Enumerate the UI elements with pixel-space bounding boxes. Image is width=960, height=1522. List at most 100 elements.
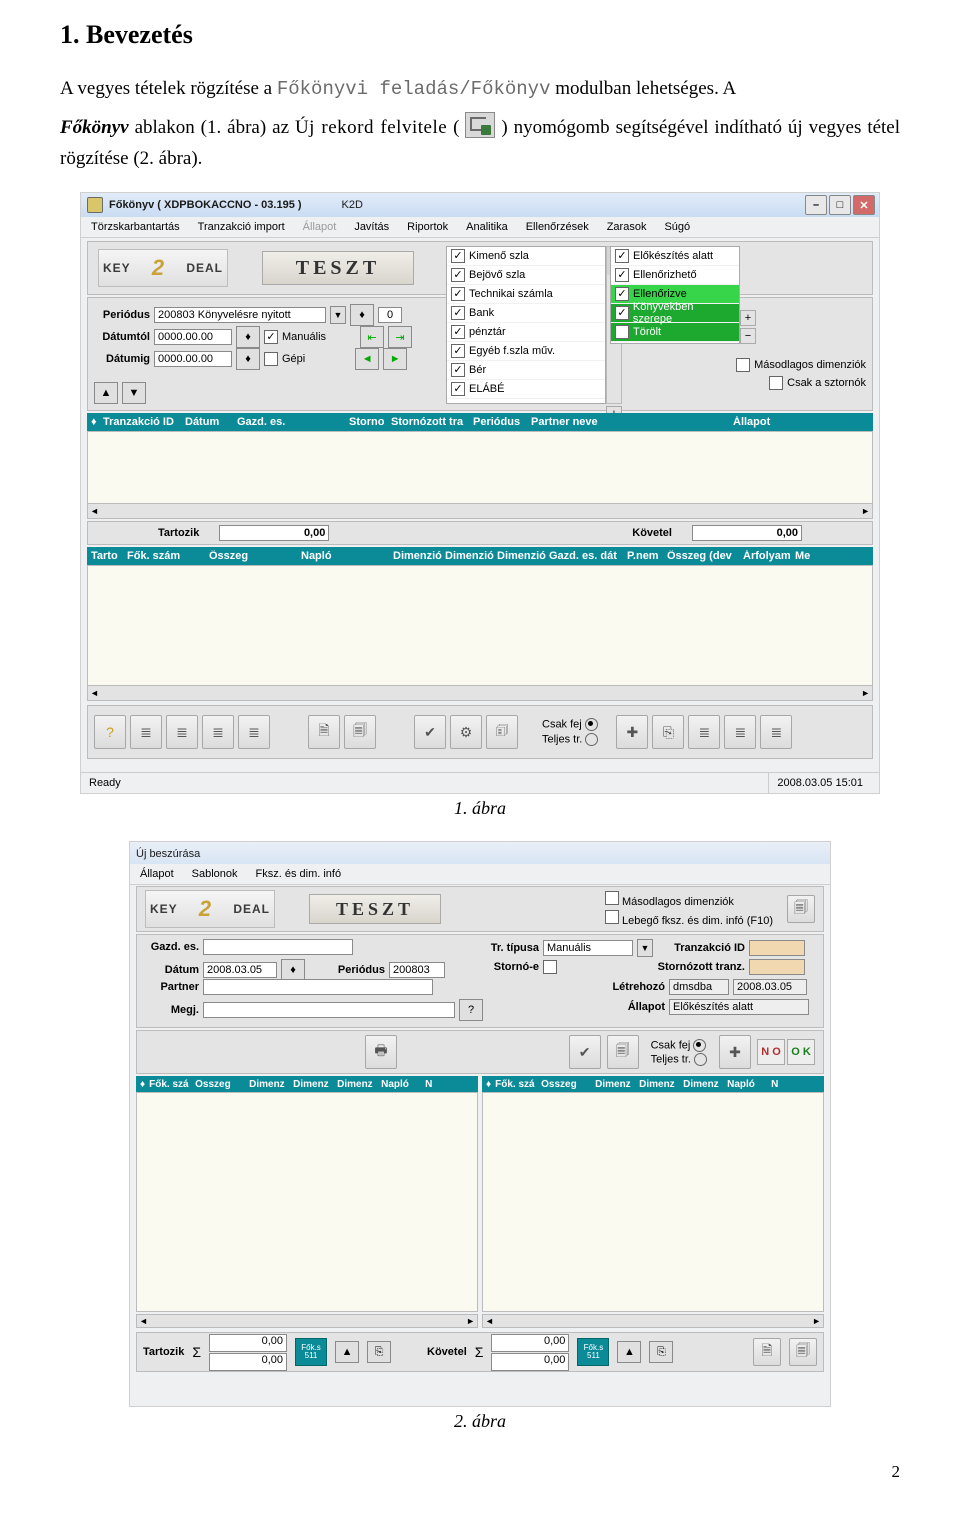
col-storno[interactable]: Storno: [349, 416, 389, 428]
tool-button-1[interactable]: ⚙: [450, 715, 482, 749]
partner-input[interactable]: [203, 979, 433, 995]
lcol-foksza[interactable]: Fők. szá: [149, 1079, 191, 1090]
nav-prev-button[interactable]: ◄: [355, 348, 379, 370]
action-button-4[interactable]: ≣: [760, 715, 792, 749]
trtipus-input[interactable]: Manuális: [543, 940, 633, 956]
menu-sablonok[interactable]: Sablonok: [192, 868, 238, 880]
minimize-button[interactable]: –: [805, 195, 827, 215]
menu-fksz-info[interactable]: Fksz. és dim. infó: [256, 868, 342, 880]
link-button-2[interactable]: ⎘: [649, 1341, 673, 1363]
lines-grid[interactable]: [87, 565, 873, 687]
mid-new-button[interactable]: ✚: [719, 1035, 751, 1069]
masodlagos-2-checkbox[interactable]: [605, 891, 619, 905]
chk-elabe[interactable]: [451, 382, 465, 396]
periodus-input[interactable]: 200803 Könyvelésre nyitott: [154, 307, 326, 323]
col2-osszeg-dev[interactable]: Összeg (dev: [667, 550, 741, 562]
chk-ber[interactable]: [451, 363, 465, 377]
menu-riportok[interactable]: Riportok: [407, 221, 448, 233]
col2-osszeg[interactable]: Összeg: [209, 550, 299, 562]
right-grid-body[interactable]: [482, 1092, 824, 1312]
lcol-dim3[interactable]: Dimenz: [337, 1079, 377, 1090]
list-button-4[interactable]: ≣: [238, 715, 270, 749]
help-button[interactable]: ?: [94, 715, 126, 749]
megj-input[interactable]: [203, 1002, 455, 1018]
chk-kimeno[interactable]: [451, 249, 465, 263]
col-periodus[interactable]: Periódus: [473, 416, 529, 428]
col-allapot[interactable]: Állapot: [733, 416, 869, 428]
col-stornozott[interactable]: Stornózott tra: [391, 416, 471, 428]
ok-button[interactable]: O K: [787, 1039, 815, 1065]
chk-ellenorizheto[interactable]: [615, 268, 629, 282]
maximize-button[interactable]: □: [829, 195, 851, 215]
left-grid-body[interactable]: [136, 1092, 478, 1312]
rcol-n[interactable]: N: [771, 1079, 820, 1090]
close-button[interactable]: ✕: [853, 195, 875, 215]
chk-elokeszites[interactable]: [615, 249, 629, 263]
menu-zarasok[interactable]: Zarasok: [607, 221, 647, 233]
action-button-1[interactable]: ⎘: [652, 715, 684, 749]
action-button-2[interactable]: ≣: [688, 715, 720, 749]
nav-last-button[interactable]: ⇥: [388, 326, 412, 348]
datumig-picker[interactable]: ♦: [236, 348, 260, 370]
list-button-3[interactable]: ≣: [202, 715, 234, 749]
datumtol-picker[interactable]: ♦: [236, 326, 260, 348]
periodus-2-input[interactable]: 200803: [389, 962, 445, 978]
action-button-3[interactable]: ≣: [724, 715, 756, 749]
arrow-up-1[interactable]: ▲: [335, 1341, 359, 1363]
mid-doc-button[interactable]: 🗐: [607, 1035, 639, 1069]
col2-naplo[interactable]: Napló: [301, 550, 391, 562]
csakfej-2-radio[interactable]: [693, 1039, 706, 1052]
col-partner-neve[interactable]: Partner neve: [531, 416, 731, 428]
lcol-n[interactable]: N: [425, 1079, 474, 1090]
right-grid-hscroll[interactable]: ◄►: [482, 1314, 824, 1328]
new-record-button[interactable]: ✚: [616, 715, 648, 749]
rcol-osszeg[interactable]: Összeg: [541, 1079, 591, 1090]
print-button[interactable]: 🖶: [365, 1035, 397, 1069]
csak-sztornok-checkbox[interactable]: [769, 376, 783, 390]
col2-dim2[interactable]: Dimenzió: [445, 550, 495, 562]
lcol-osszeg[interactable]: Összeg: [195, 1079, 245, 1090]
chk-konyvekben[interactable]: [615, 306, 629, 320]
col2-gazd-dat[interactable]: Gazd. es. dát: [549, 550, 625, 562]
datum-picker[interactable]: ♦: [281, 959, 305, 981]
chk-technikai[interactable]: [451, 287, 465, 301]
chk-torolt[interactable]: [615, 325, 629, 339]
status-list-plus[interactable]: +: [740, 310, 756, 326]
nav-first-button[interactable]: ⇤: [360, 326, 384, 348]
col2-dim3[interactable]: Dimenzió: [497, 550, 547, 562]
chk-ellenorizve[interactable]: [615, 287, 629, 301]
chk-egyeb[interactable]: [451, 344, 465, 358]
lines-hscroll[interactable]: ◄►: [87, 685, 873, 701]
lcol-dim1[interactable]: Dimenz: [249, 1079, 289, 1090]
col2-me[interactable]: Me: [795, 550, 869, 562]
periodus-step-value[interactable]: 0: [378, 307, 402, 323]
arrow-up-2[interactable]: ▲: [617, 1341, 641, 1363]
manualis-checkbox[interactable]: [264, 330, 278, 344]
link-button-1[interactable]: ⎘: [367, 1341, 391, 1363]
doc-button-2[interactable]: 🗐: [344, 715, 376, 749]
bottom-tool-2[interactable]: 🗐: [789, 1338, 817, 1366]
lcol-dim2[interactable]: Dimenz: [293, 1079, 333, 1090]
teljes-radio[interactable]: [585, 733, 598, 746]
no-button[interactable]: N O: [757, 1039, 785, 1065]
tool-button-2[interactable]: 🗊: [486, 715, 518, 749]
teljes-2-radio[interactable]: [694, 1053, 707, 1066]
datumig-input[interactable]: 0000.00.00: [154, 351, 232, 367]
col2-dim1[interactable]: Dimenzió: [393, 550, 443, 562]
datum-input[interactable]: 2008.03.05: [203, 962, 277, 978]
transactions-hscroll[interactable]: ◄►: [87, 503, 873, 519]
chk-bank[interactable]: [451, 306, 465, 320]
list-button-2[interactable]: ≣: [166, 715, 198, 749]
gazd-es-input[interactable]: [203, 939, 353, 955]
col2-tarto[interactable]: Tarto: [91, 550, 125, 562]
menu-sugo[interactable]: Súgó: [664, 221, 690, 233]
col2-pnem[interactable]: P.nem: [627, 550, 665, 562]
menu-tranzakcio-import[interactable]: Tranzakció import: [198, 221, 285, 233]
rcol-dim2[interactable]: Dimenz: [639, 1079, 679, 1090]
bottom-tool-1[interactable]: 🗎: [753, 1338, 781, 1366]
csakfej-radio[interactable]: [585, 718, 598, 731]
chk-penztar[interactable]: [451, 325, 465, 339]
lebego-checkbox[interactable]: [605, 910, 619, 924]
col-tranzakcio-id[interactable]: Tranzakció ID: [103, 416, 183, 428]
collapse-down-button[interactable]: ▼: [122, 382, 146, 404]
